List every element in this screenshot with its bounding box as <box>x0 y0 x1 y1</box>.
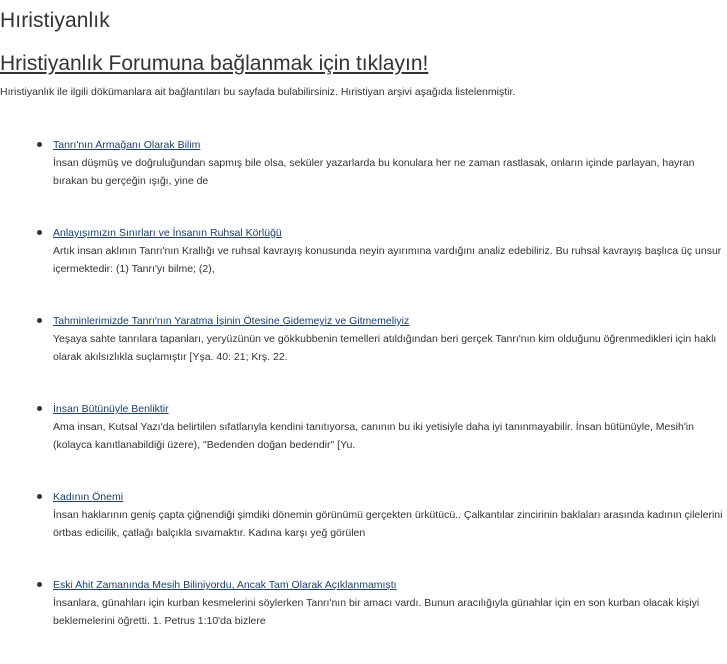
article-link[interactable]: Kadının Önemi <box>53 488 727 506</box>
bullet-icon <box>37 142 42 147</box>
article-link[interactable]: Tanrı'nın Armağanı Olarak Bilim <box>53 136 727 154</box>
article-link[interactable]: Tahminlerimizde Tanrı'nın Yaratma İşinin… <box>53 312 727 330</box>
bullet-icon <box>37 494 42 499</box>
list-item: İnsan Bütünüyle Benliktir Ama insan, Kut… <box>0 400 727 454</box>
article-description: İnsan haklarının geniş çapta çiğnendiği … <box>53 509 723 539</box>
bullet-icon <box>37 230 42 235</box>
article-list: Tanrı'nın Armağanı Olarak Bilim İnsan dü… <box>0 136 727 664</box>
article-description: İnsan düşmüş ve doğruluğundan sapmış bil… <box>53 157 695 187</box>
page-title: Hıristiyanlık <box>0 9 110 32</box>
intro-text: Hıristiyanlık ile ilgili dökümanlara ait… <box>0 86 516 98</box>
article-description: Ama insan, Kutsal Yazı'da belirtilen sıf… <box>53 421 694 451</box>
article-link[interactable]: Eski Ahit Zamanında Mesih Biliniyordu, A… <box>53 576 727 594</box>
bullet-icon <box>37 406 42 411</box>
list-item: Eski Ahit Zamanında Mesih Biliniyordu, A… <box>0 576 727 630</box>
article-link[interactable]: Anlayışımızın Sınırları ve İnsanın Ruhsa… <box>53 224 727 242</box>
list-item: Tahminlerimizde Tanrı'nın Yaratma İşinin… <box>0 312 727 366</box>
article-description: İnsanlara, günahları için kurban kesmele… <box>53 597 700 627</box>
article-link[interactable]: İnsan Bütünüyle Benliktir <box>53 400 727 418</box>
forum-link[interactable]: Hristiyanlık Forumuna bağlanmak için tık… <box>0 52 428 76</box>
list-item: Anlayışımızın Sınırları ve İnsanın Ruhsa… <box>0 224 727 278</box>
list-item: Tanrı'nın Armağanı Olarak Bilim İnsan dü… <box>0 136 727 190</box>
article-description: Yeşaya sahte tanrılara tapanları, yeryüz… <box>53 333 717 363</box>
bullet-icon <box>37 582 42 587</box>
article-description: Artık insan aklının Tanrı'nın Krallığı v… <box>53 245 722 275</box>
bullet-icon <box>37 318 42 323</box>
list-item: Kadının Önemi İnsan haklarının geniş çap… <box>0 488 727 542</box>
